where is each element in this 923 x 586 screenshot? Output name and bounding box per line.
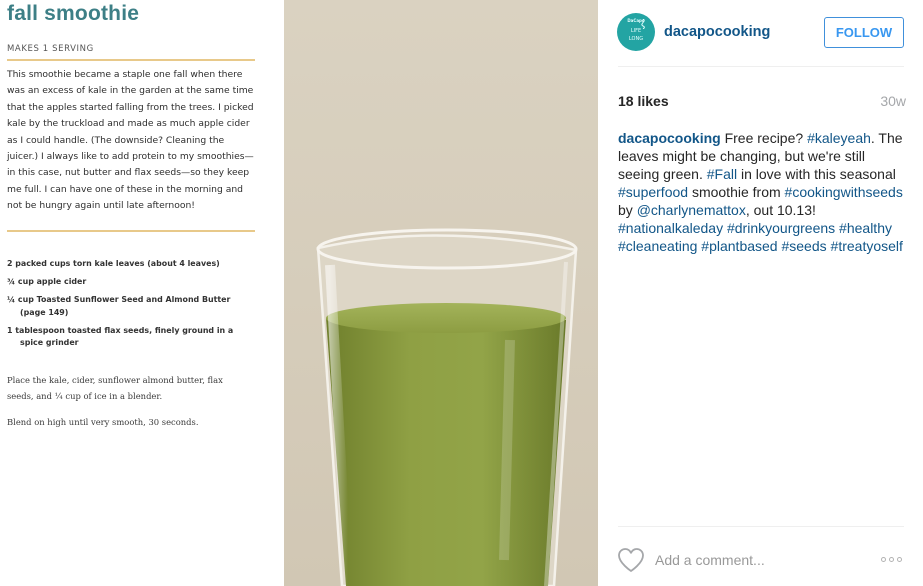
hashtag-link[interactable]: #cleaneating [618, 238, 697, 254]
caption-text: smoothie from [688, 184, 785, 200]
caption-text: , out 10.13! [745, 202, 816, 218]
ingredient-item: ¾ cup apple cider [7, 277, 87, 287]
header-divider [618, 66, 904, 67]
recipe-divider-bottom [7, 230, 255, 232]
hashtag-link[interactable]: #plantbased [701, 238, 777, 254]
recipe-divider-top [7, 59, 255, 61]
dot [897, 556, 902, 562]
recipe-serving: MAKES 1 SERVING [7, 44, 94, 54]
heart-icon[interactable] [617, 547, 645, 573]
ingredient-item: 1 tablespoon toasted flax seeds, finely … [7, 325, 234, 348]
hashtag-link[interactable]: #healthy [839, 220, 892, 236]
post-photo[interactable]: fall smoothie MAKES 1 SERVING This smoot… [0, 0, 598, 586]
recipe-title: fall smoothie [7, 2, 140, 25]
post-username[interactable]: dacapocooking [664, 24, 770, 40]
ingredient-item: ¼ cup Toasted Sunflower Seed and Almond … [7, 295, 231, 317]
recipe-steps: Place the kale, cider, sunflower almond … [7, 372, 247, 440]
comment-input[interactable] [655, 550, 855, 570]
post-caption: dacapocooking Free recipe? #kaleyeah. Th… [618, 129, 904, 255]
avatar[interactable]: DaCapo LIFE LONG [617, 13, 655, 51]
hashtag-link[interactable]: #drinkyourgreens [727, 220, 835, 236]
recipe-step: Blend on high until very smooth, 30 seco… [7, 417, 199, 427]
mention-link[interactable]: @charlynemattox [637, 202, 746, 218]
caption-text: in love with this seasonal [737, 166, 896, 182]
caption-text: Free recipe? [720, 130, 808, 146]
ingredient-item: 2 packed cups torn kale leaves (about 4 … [7, 259, 220, 268]
footer-divider [618, 526, 904, 527]
smoothie-glass-image [316, 228, 578, 586]
avatar-text-top: DaCapo [627, 18, 645, 23]
avatar-text-mid: LIFE [630, 28, 642, 34]
follow-button[interactable]: FOLLOW [824, 17, 904, 48]
hashtag-link[interactable]: #treatyoself [831, 238, 903, 254]
post-panel: DaCapo LIFE LONG dacapocooking FOLLOW 18… [598, 0, 923, 586]
dot [889, 556, 894, 562]
caption-username[interactable]: dacapocooking [618, 130, 721, 146]
hashtag-link[interactable]: #seeds [781, 238, 826, 254]
hashtag-link[interactable]: #nationalkaleday [618, 220, 723, 236]
ingredient-list: 2 packed cups torn kale leaves (about 4 … [7, 258, 257, 356]
recipe-page: fall smoothie MAKES 1 SERVING This smoot… [0, 0, 284, 586]
hashtag-link[interactable]: #superfood [618, 184, 688, 200]
caption-text: by [618, 202, 637, 218]
dot [881, 556, 886, 562]
hashtag-link[interactable]: #cookingwithseeds [785, 184, 903, 200]
like-count[interactable]: 18 likes [618, 93, 669, 109]
hashtag-link[interactable]: #Fall [707, 166, 737, 182]
recipe-step: Place the kale, cider, sunflower almond … [7, 375, 223, 401]
more-options-icon[interactable] [881, 552, 905, 566]
recipe-intro: This smoothie became a staple one fall w… [7, 69, 254, 212]
post-age[interactable]: 30w [880, 93, 906, 109]
avatar-text-bottom: LONG [628, 36, 644, 42]
hashtag-link[interactable]: #kaleyeah [807, 130, 871, 146]
